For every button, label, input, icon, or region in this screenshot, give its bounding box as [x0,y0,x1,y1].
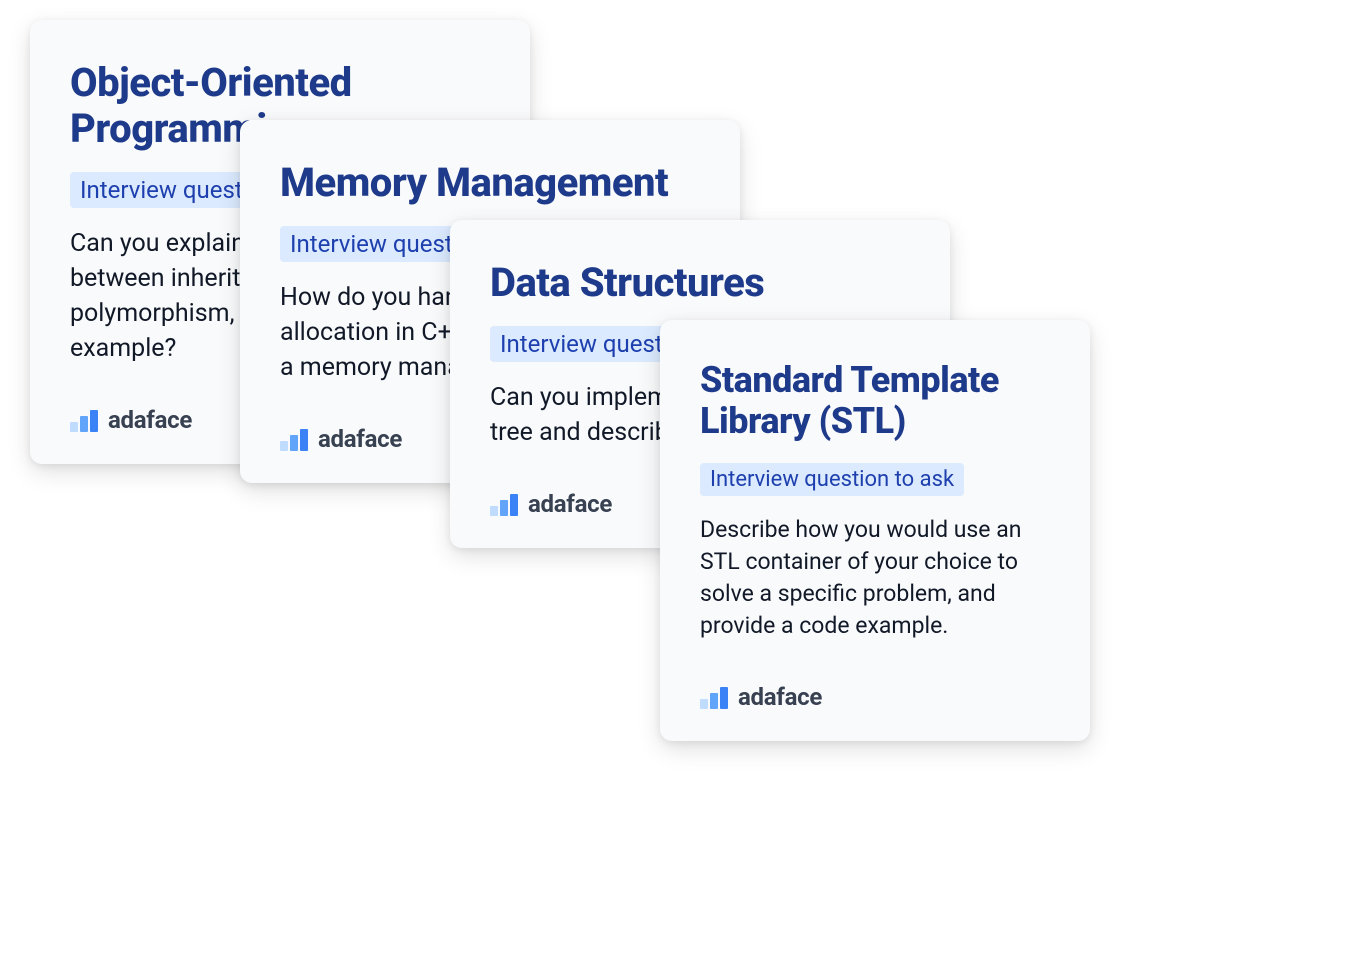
card-question: Describe how you would use an STL contai… [700,514,1050,643]
interview-card-stl: Standard Template Library (STL) Intervie… [660,320,1090,741]
card-title: Data Structures [490,260,910,306]
brand-bars-icon [70,408,98,432]
brand-bars-icon [280,427,308,451]
brand-name: adaface [738,683,822,711]
subtitle-badge: Interview question to ask [700,463,964,496]
brand-bars-icon [490,492,518,516]
brand-bars-icon [700,685,728,709]
brand-name: adaface [528,490,612,518]
card-title: Memory Management [280,160,700,206]
brand-name: adaface [108,406,192,434]
brand-name: adaface [318,425,402,453]
brand-logo: adaface [700,683,1050,711]
card-title: Standard Template Library (STL) [700,360,1050,443]
